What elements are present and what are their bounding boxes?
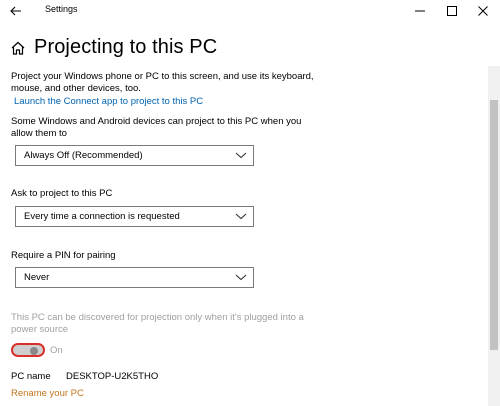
page-title: Projecting to this PC: [34, 36, 218, 58]
pc-name-value: DESKTOP-U2K5THO: [66, 371, 159, 382]
pc-name-label: PC name: [11, 371, 51, 382]
window-title: Settings: [45, 4, 78, 14]
maximize-button[interactable]: [437, 0, 467, 22]
minimize-button[interactable]: [405, 0, 435, 22]
home-icon[interactable]: [10, 40, 26, 56]
rename-pc-link[interactable]: Rename your PC: [11, 388, 84, 399]
chevron-down-icon: [235, 274, 247, 281]
intro-text-line1: Project your Windows phone or PC to this…: [11, 71, 314, 82]
scrollbar-thumb[interactable]: [490, 100, 498, 350]
availability-dropdown[interactable]: Always Off (Recommended): [15, 145, 254, 166]
ask-dropdown[interactable]: Every time a connection is requested: [15, 206, 254, 227]
minimize-icon: [415, 10, 425, 12]
pin-selected: Never: [24, 272, 50, 283]
chevron-down-icon: [235, 213, 247, 220]
power-text-line2: power source: [11, 324, 69, 335]
back-arrow-icon: [10, 6, 21, 16]
availability-label-line1: Some Windows and Android devices can pro…: [11, 116, 302, 127]
back-button[interactable]: [6, 2, 26, 20]
title-bar: Settings: [0, 0, 500, 22]
chevron-down-icon: [235, 152, 247, 159]
close-icon: [478, 6, 488, 16]
availability-label-line2: allow them to: [11, 128, 67, 139]
connect-app-link[interactable]: Launch the Connect app to project to thi…: [14, 96, 203, 107]
maximize-icon: [447, 6, 457, 16]
ask-selected: Every time a connection is requested: [24, 211, 180, 222]
power-text-line1: This PC can be discovered for projection…: [11, 312, 304, 323]
power-toggle-label: On: [50, 345, 63, 356]
power-toggle[interactable]: [11, 343, 45, 357]
pin-dropdown[interactable]: Never: [15, 267, 254, 288]
page-header: Projecting to this PC: [0, 22, 500, 66]
close-button[interactable]: [468, 0, 498, 22]
pin-label: Require a PIN for pairing: [11, 250, 116, 261]
intro-text-line2: mouse, and other devices, too.: [11, 83, 141, 94]
ask-label: Ask to project to this PC: [11, 188, 113, 199]
toggle-knob: [30, 346, 38, 355]
availability-selected: Always Off (Recommended): [24, 150, 143, 161]
